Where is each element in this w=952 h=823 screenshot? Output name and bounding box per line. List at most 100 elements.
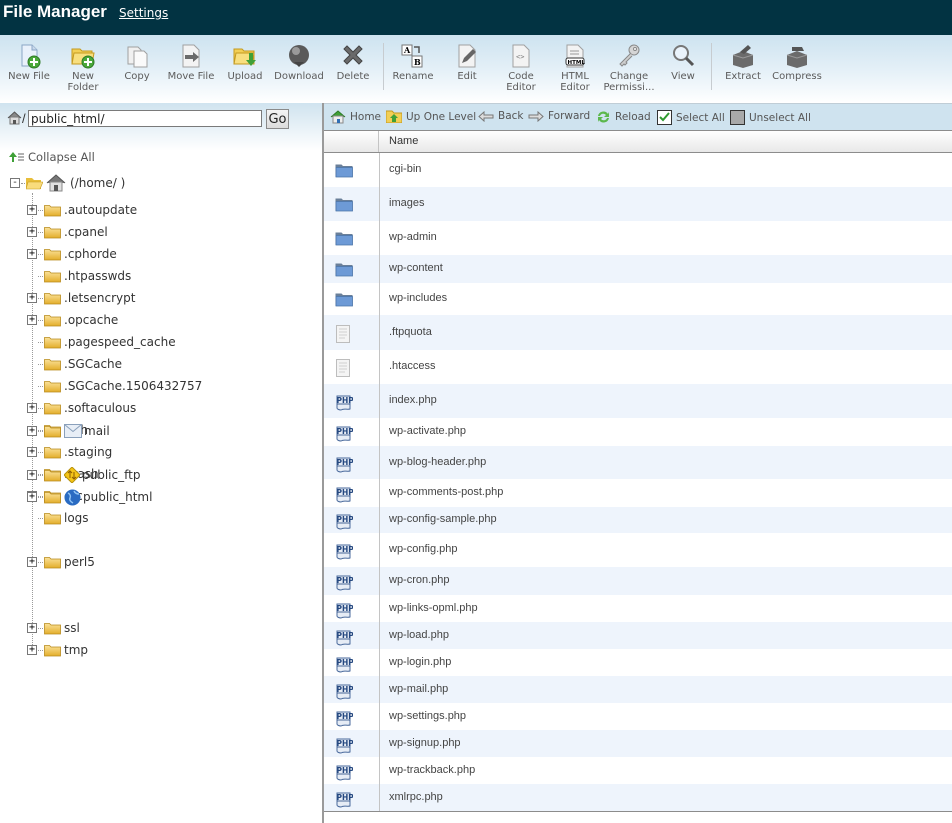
file-row[interactable]: PHP wp-comments-post.php: [324, 479, 952, 507]
download-button[interactable]: Download: [272, 43, 326, 82]
file-name[interactable]: wp-blog-header.php: [389, 456, 486, 468]
file-name[interactable]: .ftpquota: [389, 326, 432, 338]
tree-item[interactable]: + .autoupdate: [27, 201, 137, 219]
file-row[interactable]: wp-admin: [324, 221, 952, 255]
file-row[interactable]: PHP wp-trackback.php: [324, 757, 952, 784]
file-name[interactable]: wp-activate.php: [389, 425, 466, 437]
tree-item[interactable]: + .softaculous: [27, 399, 136, 417]
file-row[interactable]: PHP wp-blog-header.php: [324, 446, 952, 479]
tree-item[interactable]: + .staging: [27, 443, 112, 461]
file-row[interactable]: wp-includes: [324, 283, 952, 315]
expand-toggle[interactable]: +: [27, 557, 37, 567]
tree-item[interactable]: + .opcache: [27, 311, 118, 329]
file-name[interactable]: wp-includes: [389, 292, 447, 304]
file-row[interactable]: .ftpquota: [324, 315, 952, 350]
expand-toggle[interactable]: +: [27, 403, 37, 413]
file-row[interactable]: PHP wp-load.php: [324, 622, 952, 649]
file-name[interactable]: xmlrpc.php: [389, 791, 443, 803]
tree-item[interactable]: + ssl: [27, 619, 80, 637]
file-name[interactable]: wp-trackback.php: [389, 764, 475, 776]
reload-button[interactable]: Reload: [596, 110, 651, 124]
back-button[interactable]: Back: [478, 110, 524, 122]
tree-item[interactable]: + .cpanel: [27, 223, 108, 241]
compress-button[interactable]: Compress: [770, 43, 824, 82]
file-row[interactable]: PHP wp-login.php: [324, 649, 952, 676]
tree-item[interactable]: + tmp: [27, 641, 88, 659]
delete-button[interactable]: Delete: [326, 43, 380, 82]
file-row[interactable]: PHP wp-mail.php: [324, 676, 952, 703]
file-name[interactable]: wp-admin: [389, 231, 437, 243]
expand-toggle[interactable]: +: [27, 315, 37, 325]
rename-button[interactable]: AB Rename: [386, 43, 440, 82]
tree-root[interactable]: - (/home/ ): [10, 174, 125, 192]
tree-item[interactable]: .htpasswds: [27, 267, 131, 285]
tree-item[interactable]: .SGCache.1506432757: [27, 377, 202, 395]
edit-button[interactable]: Edit: [440, 43, 494, 82]
file-name[interactable]: wp-comments-post.php: [389, 486, 503, 498]
file-name[interactable]: .htaccess: [389, 360, 435, 372]
expand-toggle[interactable]: +: [27, 205, 37, 215]
file-name[interactable]: images: [389, 197, 424, 209]
home-button[interactable]: Home: [330, 110, 381, 124]
extract-button[interactable]: Extract: [716, 43, 770, 82]
expand-toggle[interactable]: +: [27, 426, 37, 436]
expand-toggle[interactable]: +: [27, 645, 37, 655]
file-row[interactable]: wp-content: [324, 255, 952, 283]
file-name[interactable]: wp-settings.php: [389, 710, 466, 722]
collapse-toggle[interactable]: -: [10, 178, 20, 188]
tree-item[interactable]: + public_ftp: [27, 466, 140, 484]
file-name[interactable]: wp-cron.php: [389, 574, 450, 586]
file-name[interactable]: wp-signup.php: [389, 737, 461, 749]
view-button[interactable]: View: [656, 43, 710, 82]
expand-toggle[interactable]: +: [27, 623, 37, 633]
expand-toggle[interactable]: +: [27, 293, 37, 303]
move-file-button[interactable]: Move File: [164, 43, 218, 82]
expand-toggle[interactable]: +: [27, 492, 37, 502]
file-name[interactable]: wp-login.php: [389, 656, 451, 668]
expand-toggle[interactable]: +: [27, 470, 37, 480]
expand-toggle[interactable]: +: [27, 227, 37, 237]
file-row[interactable]: PHP wp-activate.php: [324, 418, 952, 446]
file-name[interactable]: wp-load.php: [389, 629, 449, 641]
tree-item[interactable]: .SGCache: [27, 355, 122, 373]
tree-item[interactable]: + public_html: [27, 488, 152, 506]
file-name[interactable]: cgi-bin: [389, 163, 421, 175]
file-row[interactable]: cgi-bin: [324, 153, 952, 187]
go-button[interactable]: Go: [266, 109, 289, 129]
code-editor-button[interactable]: <> Code Editor: [494, 43, 548, 93]
file-row[interactable]: PHP xmlrpc.php: [324, 784, 952, 811]
expand-toggle[interactable]: +: [27, 249, 37, 259]
upload-button[interactable]: Upload: [218, 43, 272, 82]
file-row[interactable]: PHP wp-cron.php: [324, 567, 952, 595]
unselect-all-button[interactable]: Unselect All: [730, 110, 811, 125]
file-row[interactable]: PHP wp-links-opml.php: [324, 595, 952, 622]
file-row[interactable]: PHP wp-signup.php: [324, 730, 952, 757]
tree-item[interactable]: + .cphorde: [27, 245, 117, 263]
forward-button[interactable]: Forward: [528, 110, 590, 122]
file-name[interactable]: wp-mail.php: [389, 683, 448, 695]
file-name[interactable]: wp-config.php: [389, 543, 458, 555]
tree-item[interactable]: + mail: [27, 422, 110, 440]
tree-item[interactable]: .pagespeed_cache: [27, 333, 176, 351]
collapse-all-button[interactable]: Collapse All: [9, 150, 95, 164]
tree-item[interactable]: + .letsencrypt: [27, 289, 135, 307]
file-name[interactable]: wp-content: [389, 262, 443, 274]
expand-toggle[interactable]: +: [27, 447, 37, 457]
file-row[interactable]: PHP index.php: [324, 384, 952, 418]
file-name[interactable]: wp-config-sample.php: [389, 513, 497, 525]
select-all-button[interactable]: Select All: [657, 110, 725, 125]
file-row[interactable]: PHP wp-settings.php: [324, 703, 952, 730]
new-file-button[interactable]: New File: [2, 43, 56, 82]
tree-item[interactable]: logs: [27, 509, 89, 527]
file-row[interactable]: .htaccess: [324, 350, 952, 384]
settings-link[interactable]: Settings: [119, 6, 168, 20]
path-input[interactable]: [28, 110, 262, 127]
tree-item[interactable]: + perl5: [27, 553, 95, 571]
new-folder-button[interactable]: New Folder: [56, 43, 110, 93]
file-row[interactable]: images: [324, 187, 952, 221]
up-one-level-button[interactable]: Up One Level: [386, 110, 476, 123]
name-column-header[interactable]: Name: [389, 135, 418, 147]
file-row[interactable]: PHP wp-config.php: [324, 533, 952, 567]
file-row[interactable]: PHP wp-config-sample.php: [324, 507, 952, 533]
html-editor-button[interactable]: HTML HTML Editor: [548, 43, 602, 93]
